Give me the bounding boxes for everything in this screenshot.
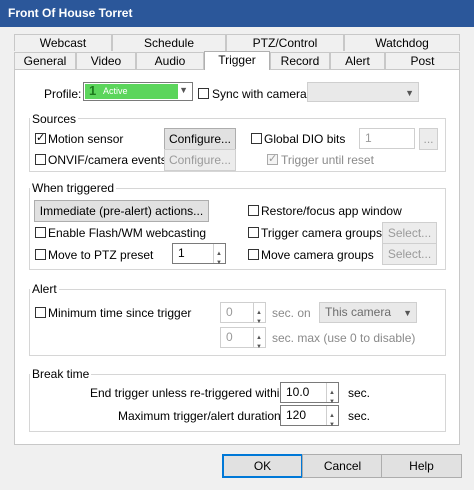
restore-focus-checkbox[interactable]: [248, 205, 259, 216]
end-trigger-label: End trigger unless re-triggered within: [90, 386, 287, 400]
max-duration-input[interactable]: 120 ▲ ▼: [280, 405, 339, 428]
select-trigger-groups-button[interactable]: Select...: [382, 222, 437, 244]
global-dio-checkbox[interactable]: [251, 133, 262, 144]
max-time-input[interactable]: 0 ▲ ▼: [220, 327, 266, 350]
motion-sensor-label: Motion sensor: [48, 132, 124, 146]
motion-sensor-checkbox[interactable]: [35, 131, 46, 144]
trigger-groups-checkbox[interactable]: [248, 227, 259, 238]
min-time-label: Minimum time since trigger: [48, 306, 192, 320]
min-time-spinner[interactable]: ▲ ▼: [253, 303, 265, 325]
ok-button[interactable]: OK: [222, 454, 303, 478]
move-ptz-checkbox[interactable]: [35, 249, 46, 260]
tab-post[interactable]: Post: [385, 52, 460, 69]
max-duration-unit: sec.: [348, 409, 371, 423]
ptz-preset-spinner[interactable]: ▲ ▼: [213, 244, 225, 266]
help-button[interactable]: Help: [381, 454, 462, 478]
end-trigger-spinner[interactable]: ▲ ▼: [326, 383, 338, 405]
tab-webcast[interactable]: Webcast: [14, 34, 112, 51]
onvif-label: ONVIF/camera events: [48, 153, 167, 167]
configure-motion-button[interactable]: Configure...: [164, 128, 236, 150]
ptz-preset-value: 1: [178, 246, 185, 260]
move-ptz-label: Move to PTZ preset: [48, 248, 154, 262]
tab-ptz-control[interactable]: PTZ/Control: [226, 34, 344, 51]
trigger-until-reset-label: Trigger until reset: [281, 153, 374, 167]
break-time-title: Break time: [30, 367, 92, 381]
global-dio-label: Global DIO bits: [264, 132, 346, 146]
end-trigger-input[interactable]: 10.0 ▲ ▼: [280, 382, 339, 405]
break-time-group: [29, 374, 446, 432]
min-time-checkbox[interactable]: [35, 307, 46, 318]
profile-value: Active: [103, 86, 128, 96]
end-trigger-unit: sec.: [348, 386, 371, 400]
tab-general[interactable]: General: [14, 52, 76, 69]
profile-label: Profile:: [44, 87, 82, 101]
profile-color-swatch: 1 Active: [85, 83, 178, 99]
profile-badge: 1: [89, 83, 97, 98]
sync-camera-label: Sync with camera: [212, 87, 307, 101]
tab-watchdog[interactable]: Watchdog: [344, 34, 460, 51]
alert-camera-value: This camera: [325, 305, 392, 319]
cancel-button[interactable]: Cancel: [302, 454, 383, 478]
max-time-value: 0: [226, 330, 233, 344]
chevron-down-icon: ▼: [403, 308, 412, 318]
onvif-checkbox[interactable]: [35, 154, 46, 165]
max-time-spinner[interactable]: ▲ ▼: [253, 328, 265, 350]
ptz-preset-input[interactable]: 1 ▲ ▼: [172, 243, 226, 266]
min-time-value: 0: [226, 305, 233, 319]
min-time-input[interactable]: 0 ▲ ▼: [220, 302, 266, 325]
when-triggered-title: When triggered: [30, 181, 117, 195]
immediate-actions-button[interactable]: Immediate (pre-alert) actions...: [34, 200, 209, 222]
max-time-unit: sec. max (use 0 to disable): [272, 331, 416, 345]
alert-camera-select[interactable]: This camera ▼: [319, 302, 417, 323]
restore-focus-label: Restore/focus app window: [261, 204, 402, 218]
max-duration-label: Maximum trigger/alert duration: [118, 409, 281, 423]
tab-audio[interactable]: Audio: [136, 52, 204, 69]
min-time-unit: sec. on: [272, 306, 311, 320]
profile-select[interactable]: 1 Active ▼: [83, 82, 193, 101]
max-duration-spinner[interactable]: ▲ ▼: [326, 406, 338, 428]
move-groups-label: Move camera groups: [261, 248, 374, 262]
end-trigger-value: 10.0: [286, 385, 310, 399]
enable-flash-label: Enable Flash/WM webcasting: [48, 226, 207, 240]
sources-title: Sources: [30, 112, 79, 126]
move-groups-checkbox[interactable]: [248, 249, 259, 260]
tab-video[interactable]: Video: [76, 52, 136, 69]
spin-down-icon: ▼: [216, 260, 222, 266]
enable-flash-checkbox[interactable]: [35, 227, 46, 238]
configure-onvif-button[interactable]: Configure...: [164, 149, 236, 171]
dio-bits-input[interactable]: 1: [359, 128, 415, 149]
tab-record[interactable]: Record: [270, 52, 330, 69]
select-move-groups-button[interactable]: Select...: [382, 243, 437, 265]
window-title: Front Of House Torret: [8, 6, 133, 20]
dio-browse-button[interactable]: ...: [419, 128, 438, 150]
tab-alert[interactable]: Alert: [330, 52, 385, 69]
trigger-until-reset-checkbox[interactable]: [267, 152, 278, 165]
max-duration-value: 120: [286, 408, 307, 422]
sync-camera-checkbox[interactable]: [198, 88, 209, 99]
chevron-down-icon: ▼: [405, 88, 414, 98]
trigger-groups-label: Trigger camera groups: [261, 226, 382, 240]
sync-camera-select[interactable]: ▼: [307, 82, 419, 102]
title-bar: Front Of House Torret: [0, 0, 474, 27]
alert-title: Alert: [30, 282, 59, 296]
spin-down-icon: ▼: [329, 422, 335, 428]
spin-down-icon: ▼: [256, 344, 262, 350]
tab-schedule[interactable]: Schedule: [112, 34, 226, 51]
tab-trigger[interactable]: Trigger: [204, 51, 270, 70]
chevron-down-icon: ▼: [179, 85, 188, 95]
